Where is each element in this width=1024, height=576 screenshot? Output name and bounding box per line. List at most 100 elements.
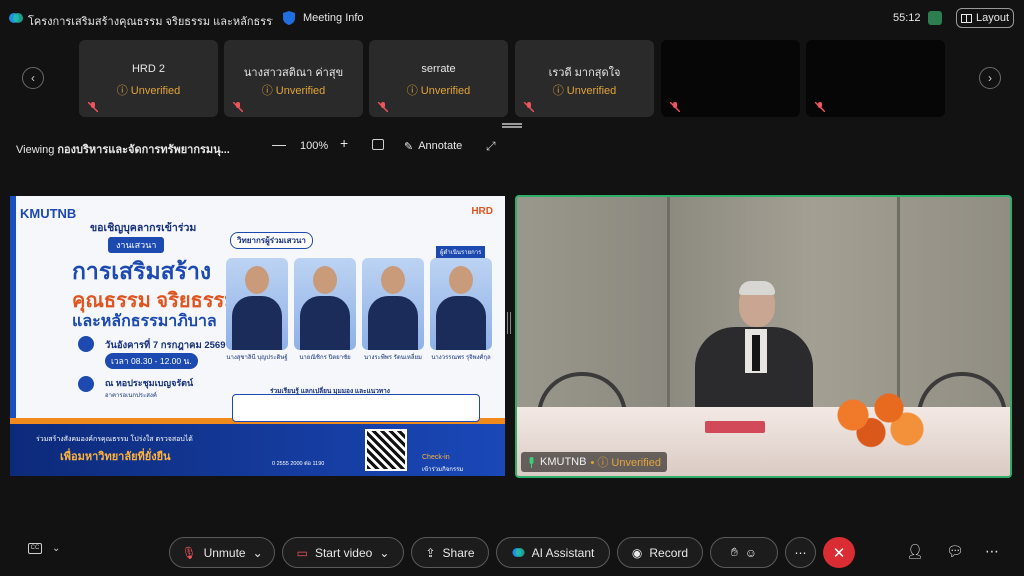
viewing-presenter-name: กองบริหารและจัดการทรัพยากรมนุ...	[57, 144, 230, 156]
poster-accent-bar	[10, 196, 16, 424]
poster-quote-main: เพื่อมหาวิทยาลัยที่ยั่งยืน	[60, 451, 171, 463]
participant-status: ⓘ Unverified	[116, 85, 181, 97]
video-name-label: KMUTNB • ⓘ Unverified	[521, 452, 667, 472]
unmute-button[interactable]: 🎙︎ Unmute ⌄	[169, 537, 275, 568]
participant-name: นางสาวสติณา ค่าสุข	[243, 67, 344, 79]
more-icon: ⋯	[794, 545, 807, 560]
close-icon: ✕	[832, 544, 846, 562]
shared-content-poster: KMUTNB HRD ขอเชิญบุคลากรเข้าร่วม งานเสวน…	[10, 196, 505, 476]
shield-icon[interactable]	[282, 10, 296, 26]
end-call-button[interactable]: ✕	[823, 537, 855, 568]
panel-splitter[interactable]	[507, 312, 511, 334]
zoom-level[interactable]: 100%	[300, 140, 328, 152]
share-button[interactable]: ⇪ Share	[411, 537, 489, 568]
record-button[interactable]: ◉ Record	[617, 537, 703, 568]
annotate-label: Annotate	[418, 140, 463, 152]
poster-quote-line: ร่วมสร้างสังคมองค์กรคุณธรรม โปร่งใส ตรวจ…	[36, 436, 193, 443]
active-speaker-video[interactable]: KMUTNB • ⓘ Unverified	[515, 195, 1012, 478]
poster-phone: 0 2555 2000 ต่อ 1190	[272, 461, 325, 467]
participants-prev-arrow[interactable]: ‹	[22, 67, 44, 89]
meeting-title: โครงการเสริมสร้างคุณธรรม จริยธรรม และหลั…	[28, 16, 273, 28]
reactions-button[interactable]: ✋︎ ☺	[710, 537, 778, 568]
chevron-down-icon: ⌄	[252, 545, 263, 560]
record-label: Record	[649, 545, 689, 560]
muted-mic-icon	[233, 102, 243, 112]
poster-venue: ณ หอประชุมเบญจรัตน์	[105, 378, 194, 388]
chevron-down-icon: ⌄	[52, 543, 61, 554]
more-panel-icon[interactable]: ⋯	[985, 543, 999, 560]
poster-speakers-tag: วิทยากรผู้ร่วมเสวนา	[230, 232, 313, 249]
participant-name: เรวดี มากสุดใจ	[548, 67, 621, 79]
muted-mic-icon: 🎙︎	[181, 545, 197, 560]
participant-tile[interactable]: HRD 2 ⓘ Unverified	[79, 40, 218, 117]
mic-icon	[529, 456, 534, 468]
zoom-in-button[interactable]: +	[340, 135, 348, 151]
muted-mic-icon	[524, 102, 534, 112]
unmute-label: Unmute	[203, 545, 246, 560]
title-bar: โครงการเสริมสร้างคุณธรรม จริยธรรม และหลั…	[0, 0, 1024, 36]
closed-captions-control[interactable]: CC ⌄	[28, 543, 60, 554]
name-plate	[705, 421, 765, 433]
participant-tile-video[interactable]	[661, 40, 800, 117]
speaker-caption: นางระพีพร รัตนเหลี่ยม	[363, 355, 423, 361]
speaker-photo	[226, 258, 288, 350]
network-signal-icon[interactable]	[928, 11, 942, 25]
emoji-icon: ☺	[744, 545, 758, 560]
participant-status: ⓘ Unverified	[552, 85, 617, 97]
meeting-info-button[interactable]: Meeting Info	[303, 12, 364, 24]
poster-invite: ขอเชิญบุคลากรเข้าร่วม	[90, 222, 197, 234]
pen-icon: ✎	[404, 141, 414, 153]
participant-tile[interactable]: นางสาวสติณา ค่าสุข ⓘ Unverified	[224, 40, 363, 117]
video-participant-name: KMUTNB	[540, 456, 587, 468]
ai-assistant-label: AI Assistant	[531, 545, 595, 560]
calendar-icon	[78, 336, 94, 352]
poster-time: เวลา 08.30 - 12.00 น.	[105, 353, 198, 369]
chat-icon[interactable]: 💬︎	[946, 543, 964, 560]
muted-mic-icon	[670, 102, 680, 112]
poster-checkin-sub: เข้าร่วมกิจกรรม	[422, 467, 464, 473]
annotate-button[interactable]: ✎ Annotate	[404, 140, 462, 153]
video-participant-status: • ⓘ Unverified	[590, 457, 661, 469]
closed-captions-icon: CC	[28, 543, 42, 554]
more-options-button[interactable]: ⋯	[785, 537, 816, 568]
muted-mic-icon	[815, 102, 825, 112]
poster-headline-3: และหลักธรรมาภิบาล	[72, 313, 217, 330]
speaker-photo	[430, 258, 492, 350]
poster-event-tag: งานเสวนา	[108, 237, 165, 253]
participant-tile[interactable]: serrate ⓘ Unverified	[369, 40, 508, 117]
layout-label: Layout	[975, 12, 1010, 24]
share-screen-options-icon[interactable]	[372, 139, 384, 150]
share-icon: ⇪	[425, 545, 436, 560]
webex-logo-icon	[9, 13, 23, 23]
participant-tile-video[interactable]	[806, 40, 945, 117]
start-video-button[interactable]: ▭ Start video ⌄	[282, 537, 404, 568]
expand-icon[interactable]: ⤢	[486, 139, 496, 154]
raise-hand-icon: ✋︎	[730, 545, 738, 559]
record-icon: ◉	[631, 545, 643, 560]
layout-button[interactable]: Layout	[956, 8, 1014, 28]
poster-venue-detail: อาคารอเนกประสงค์	[105, 393, 157, 399]
chevron-down-icon: ⌄	[379, 545, 390, 560]
speaker-caption: นางสุชาลินี บุญประดิษฐ์	[226, 355, 288, 361]
strip-resize-handle[interactable]	[502, 123, 522, 128]
muted-mic-icon	[378, 102, 388, 112]
muted-mic-icon	[88, 102, 98, 112]
location-pin-icon	[78, 376, 94, 392]
poster-hrd-logo: HRD	[471, 206, 493, 217]
participant-tile[interactable]: เรวดี มากสุดใจ ⓘ Unverified	[515, 40, 654, 117]
ai-assistant-icon	[512, 548, 525, 557]
participants-next-arrow[interactable]: ›	[979, 67, 1001, 89]
poster-topics-box	[232, 394, 480, 422]
participants-icon[interactable]: 👤︎	[906, 543, 924, 560]
participant-status: ⓘ Unverified	[406, 85, 471, 97]
meeting-timer: 55:12	[893, 12, 921, 24]
flower-arrangement	[817, 387, 937, 457]
speaker-caption: นางวรรณพร รุจิพงศ์กุล	[431, 355, 491, 361]
speaker-photo	[294, 258, 356, 350]
ai-assistant-button[interactable]: AI Assistant	[496, 537, 610, 568]
poster-logo: KMUTNB	[20, 206, 77, 221]
zoom-out-button[interactable]: —	[272, 136, 286, 152]
start-video-label: Start video	[314, 545, 373, 560]
poster-checkin: Check-in	[422, 454, 450, 461]
qr-code	[365, 429, 407, 471]
